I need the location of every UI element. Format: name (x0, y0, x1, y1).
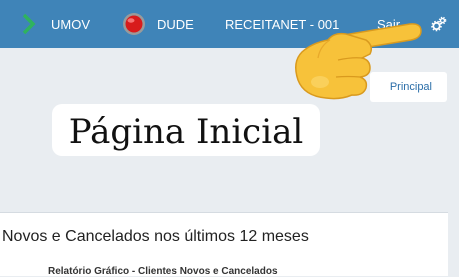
chart-title: Relatório Gráfico - Clientes Novos e Can… (48, 266, 278, 277)
red-record-icon (122, 12, 146, 36)
pointing-hand-icon (295, 23, 422, 100)
chevron-right-icon (22, 13, 36, 35)
panel-title: Novos e Cancelados nos últimos 12 meses (2, 228, 309, 245)
cogs-icon (431, 16, 447, 32)
nav-item-dude-label: DUDE (157, 16, 194, 32)
nav-item-umov[interactable]: UMOV (22, 0, 90, 48)
settings-button[interactable] (431, 0, 447, 48)
page-title: Página Inicial (68, 112, 304, 152)
nav-item-umov-label: UMOV (51, 16, 90, 32)
nav-item-dude[interactable]: DUDE (122, 0, 194, 48)
